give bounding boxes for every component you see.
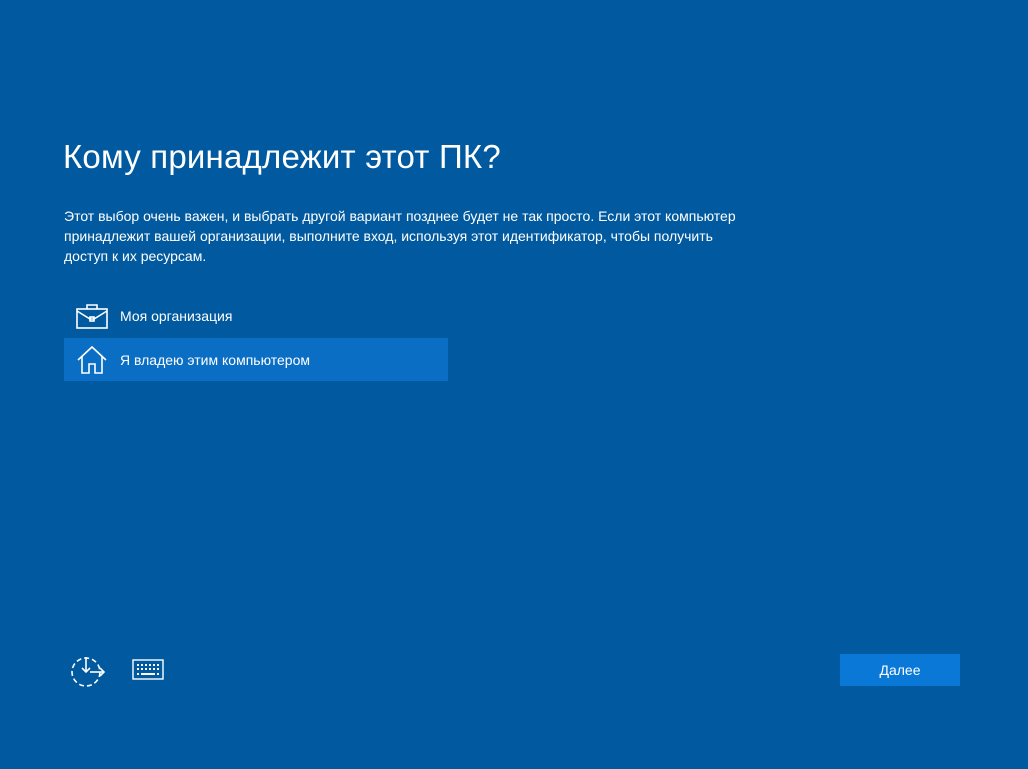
ease-of-access-icon[interactable] — [69, 653, 105, 689]
home-icon — [76, 344, 108, 376]
option-label: Моя организация — [120, 307, 233, 324]
ownership-options: Моя организация Я владею этим компьютеро… — [64, 294, 448, 382]
briefcase-icon — [76, 300, 108, 332]
keyboard-icon[interactable] — [130, 656, 166, 684]
option-i-own-this-pc[interactable]: Я владею этим компьютером — [64, 338, 448, 381]
next-button[interactable]: Далее — [840, 654, 960, 686]
option-label: Я владею этим компьютером — [120, 351, 310, 368]
page-description: Этот выбор очень важен, и выбрать другой… — [64, 208, 736, 264]
oobe-screen: Кому принадлежит этот ПК? Этот выбор оче… — [0, 0, 1028, 769]
option-my-organization[interactable]: Моя организация — [64, 294, 448, 337]
page-title: Кому принадлежит этот ПК? — [63, 138, 501, 175]
